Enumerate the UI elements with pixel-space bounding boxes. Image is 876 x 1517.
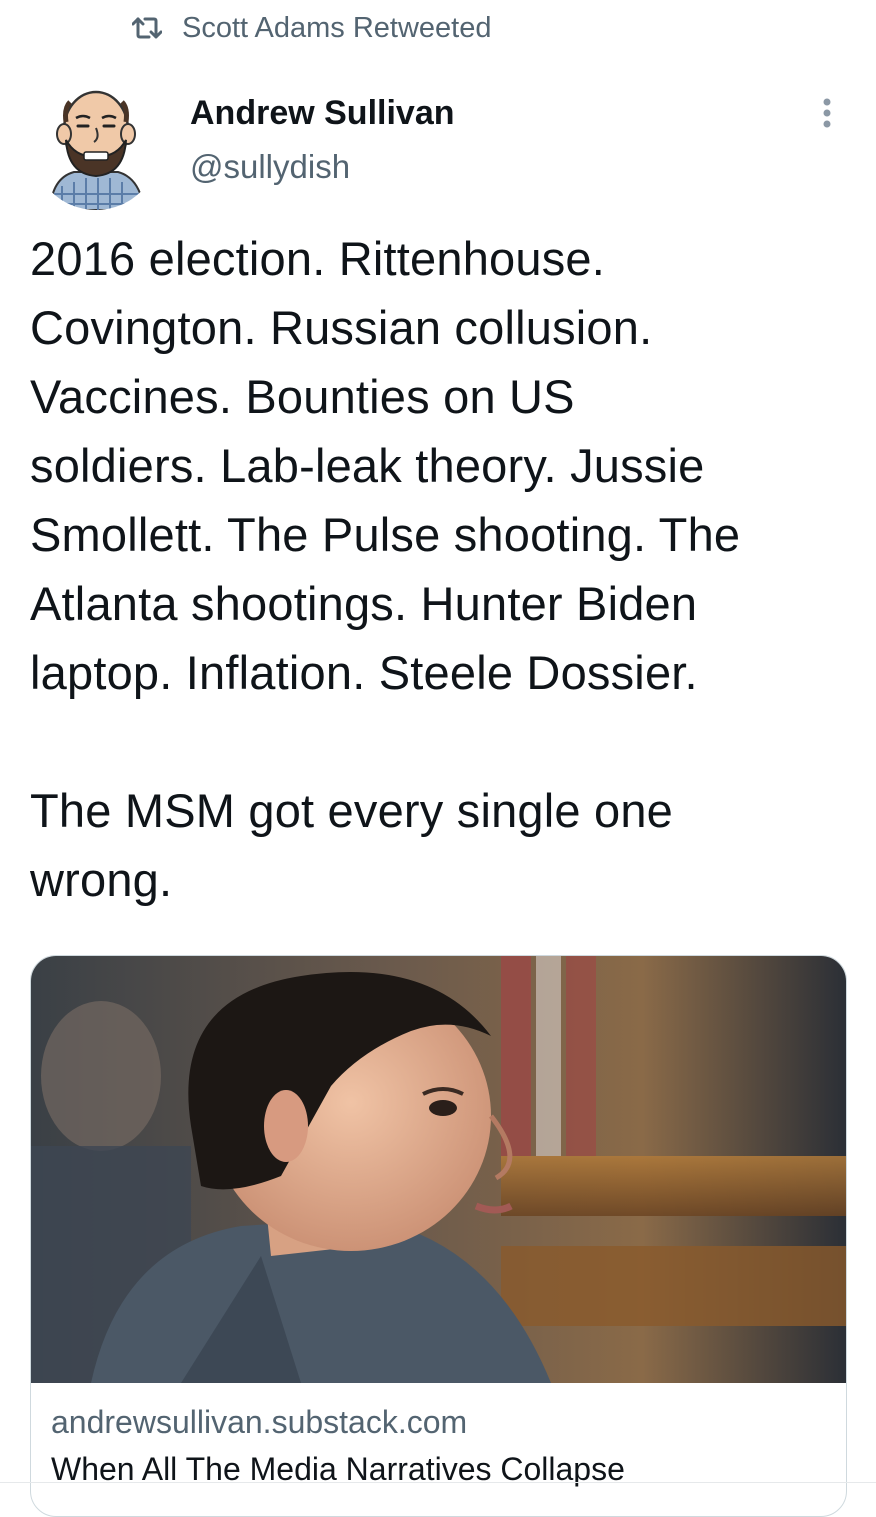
- courtroom-photo: [31, 956, 846, 1383]
- link-card[interactable]: andrewsullivan.substack.com When All The…: [30, 955, 847, 1517]
- tweet-text: 2016 election. Rittenhouse. Covington. R…: [30, 232, 741, 906]
- retweet-icon: [132, 15, 162, 41]
- divider: [0, 1482, 876, 1483]
- social-context-text: Scott Adams Retweeted: [182, 11, 492, 44]
- social-context[interactable]: Scott Adams Retweeted: [132, 8, 492, 48]
- more-vertical-icon[interactable]: [812, 96, 842, 136]
- author-handle[interactable]: @sullydish: [190, 148, 350, 186]
- author-name[interactable]: Andrew Sullivan: [190, 94, 455, 133]
- card-domain: andrewsullivan.substack.com: [51, 1404, 468, 1440]
- avatar[interactable]: [32, 82, 160, 210]
